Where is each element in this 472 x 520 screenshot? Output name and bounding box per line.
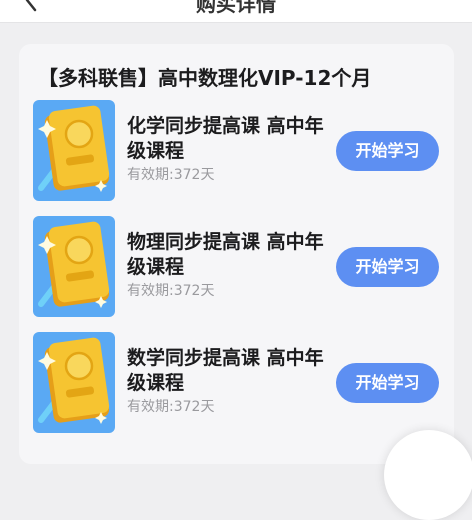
- product-title: 【多科联售】高中数理化VIP-12个月: [38, 66, 372, 90]
- course-thumbnail: [33, 332, 115, 433]
- course-validity: 有效期:372天: [127, 164, 214, 184]
- validity-value: 372天: [173, 399, 215, 415]
- start-learning-button[interactable]: 开始学习: [336, 247, 439, 287]
- start-learning-button[interactable]: 开始学习: [336, 363, 439, 403]
- validity-label: 有效期:: [127, 399, 174, 415]
- course-validity: 有效期:372天: [127, 396, 214, 416]
- purchase-card: 【多科联售】高中数理化VIP-12个月 化学同步提高课 高中年级课程 有效期:3…: [19, 44, 454, 464]
- floating-action-button[interactable]: [384, 430, 472, 520]
- course-thumbnail: [33, 216, 115, 317]
- course-name: 化学同步提高课 高中年级课程: [127, 115, 324, 162]
- validity-label: 有效期:: [127, 167, 174, 183]
- course-name: 数学同步提高课 高中年级课程: [127, 347, 324, 394]
- validity-label: 有效期:: [127, 283, 174, 299]
- validity-value: 372天: [173, 283, 215, 299]
- course-thumbnail: [33, 100, 115, 201]
- book-icon: [33, 216, 115, 317]
- course-validity: 有效期:372天: [127, 280, 214, 300]
- top-nav-bar: 购买详情: [0, 0, 472, 23]
- start-learning-button[interactable]: 开始学习: [336, 131, 439, 171]
- course-item-physics[interactable]: 物理同步提高课 高中年级课程 有效期:372天 开始学习: [19, 216, 454, 322]
- course-name: 物理同步提高课 高中年级课程: [127, 231, 324, 278]
- course-item-math[interactable]: 数学同步提高课 高中年级课程 有效期:372天 开始学习: [19, 332, 454, 438]
- validity-value: 372天: [173, 167, 215, 183]
- page-title: 购买详情: [196, 0, 276, 16]
- book-icon: [33, 100, 115, 201]
- book-icon: [33, 332, 115, 433]
- course-item-chemistry[interactable]: 化学同步提高课 高中年级课程 有效期:372天 开始学习: [19, 100, 454, 206]
